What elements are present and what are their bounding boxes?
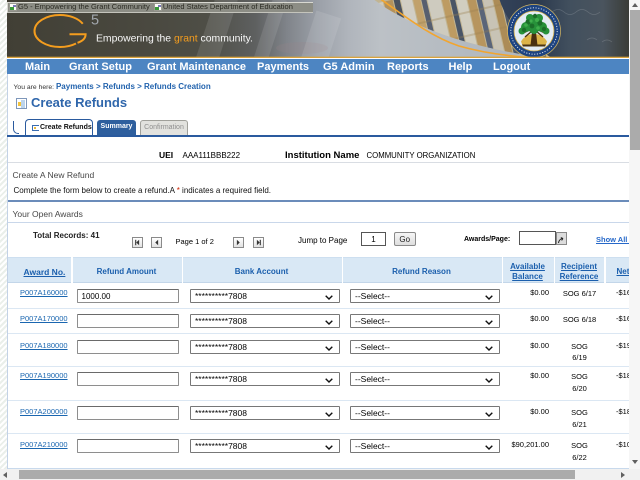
svg-text:Empowering the grant community: Empowering the grant community. (96, 34, 253, 45)
svg-text:5: 5 (91, 13, 99, 29)
